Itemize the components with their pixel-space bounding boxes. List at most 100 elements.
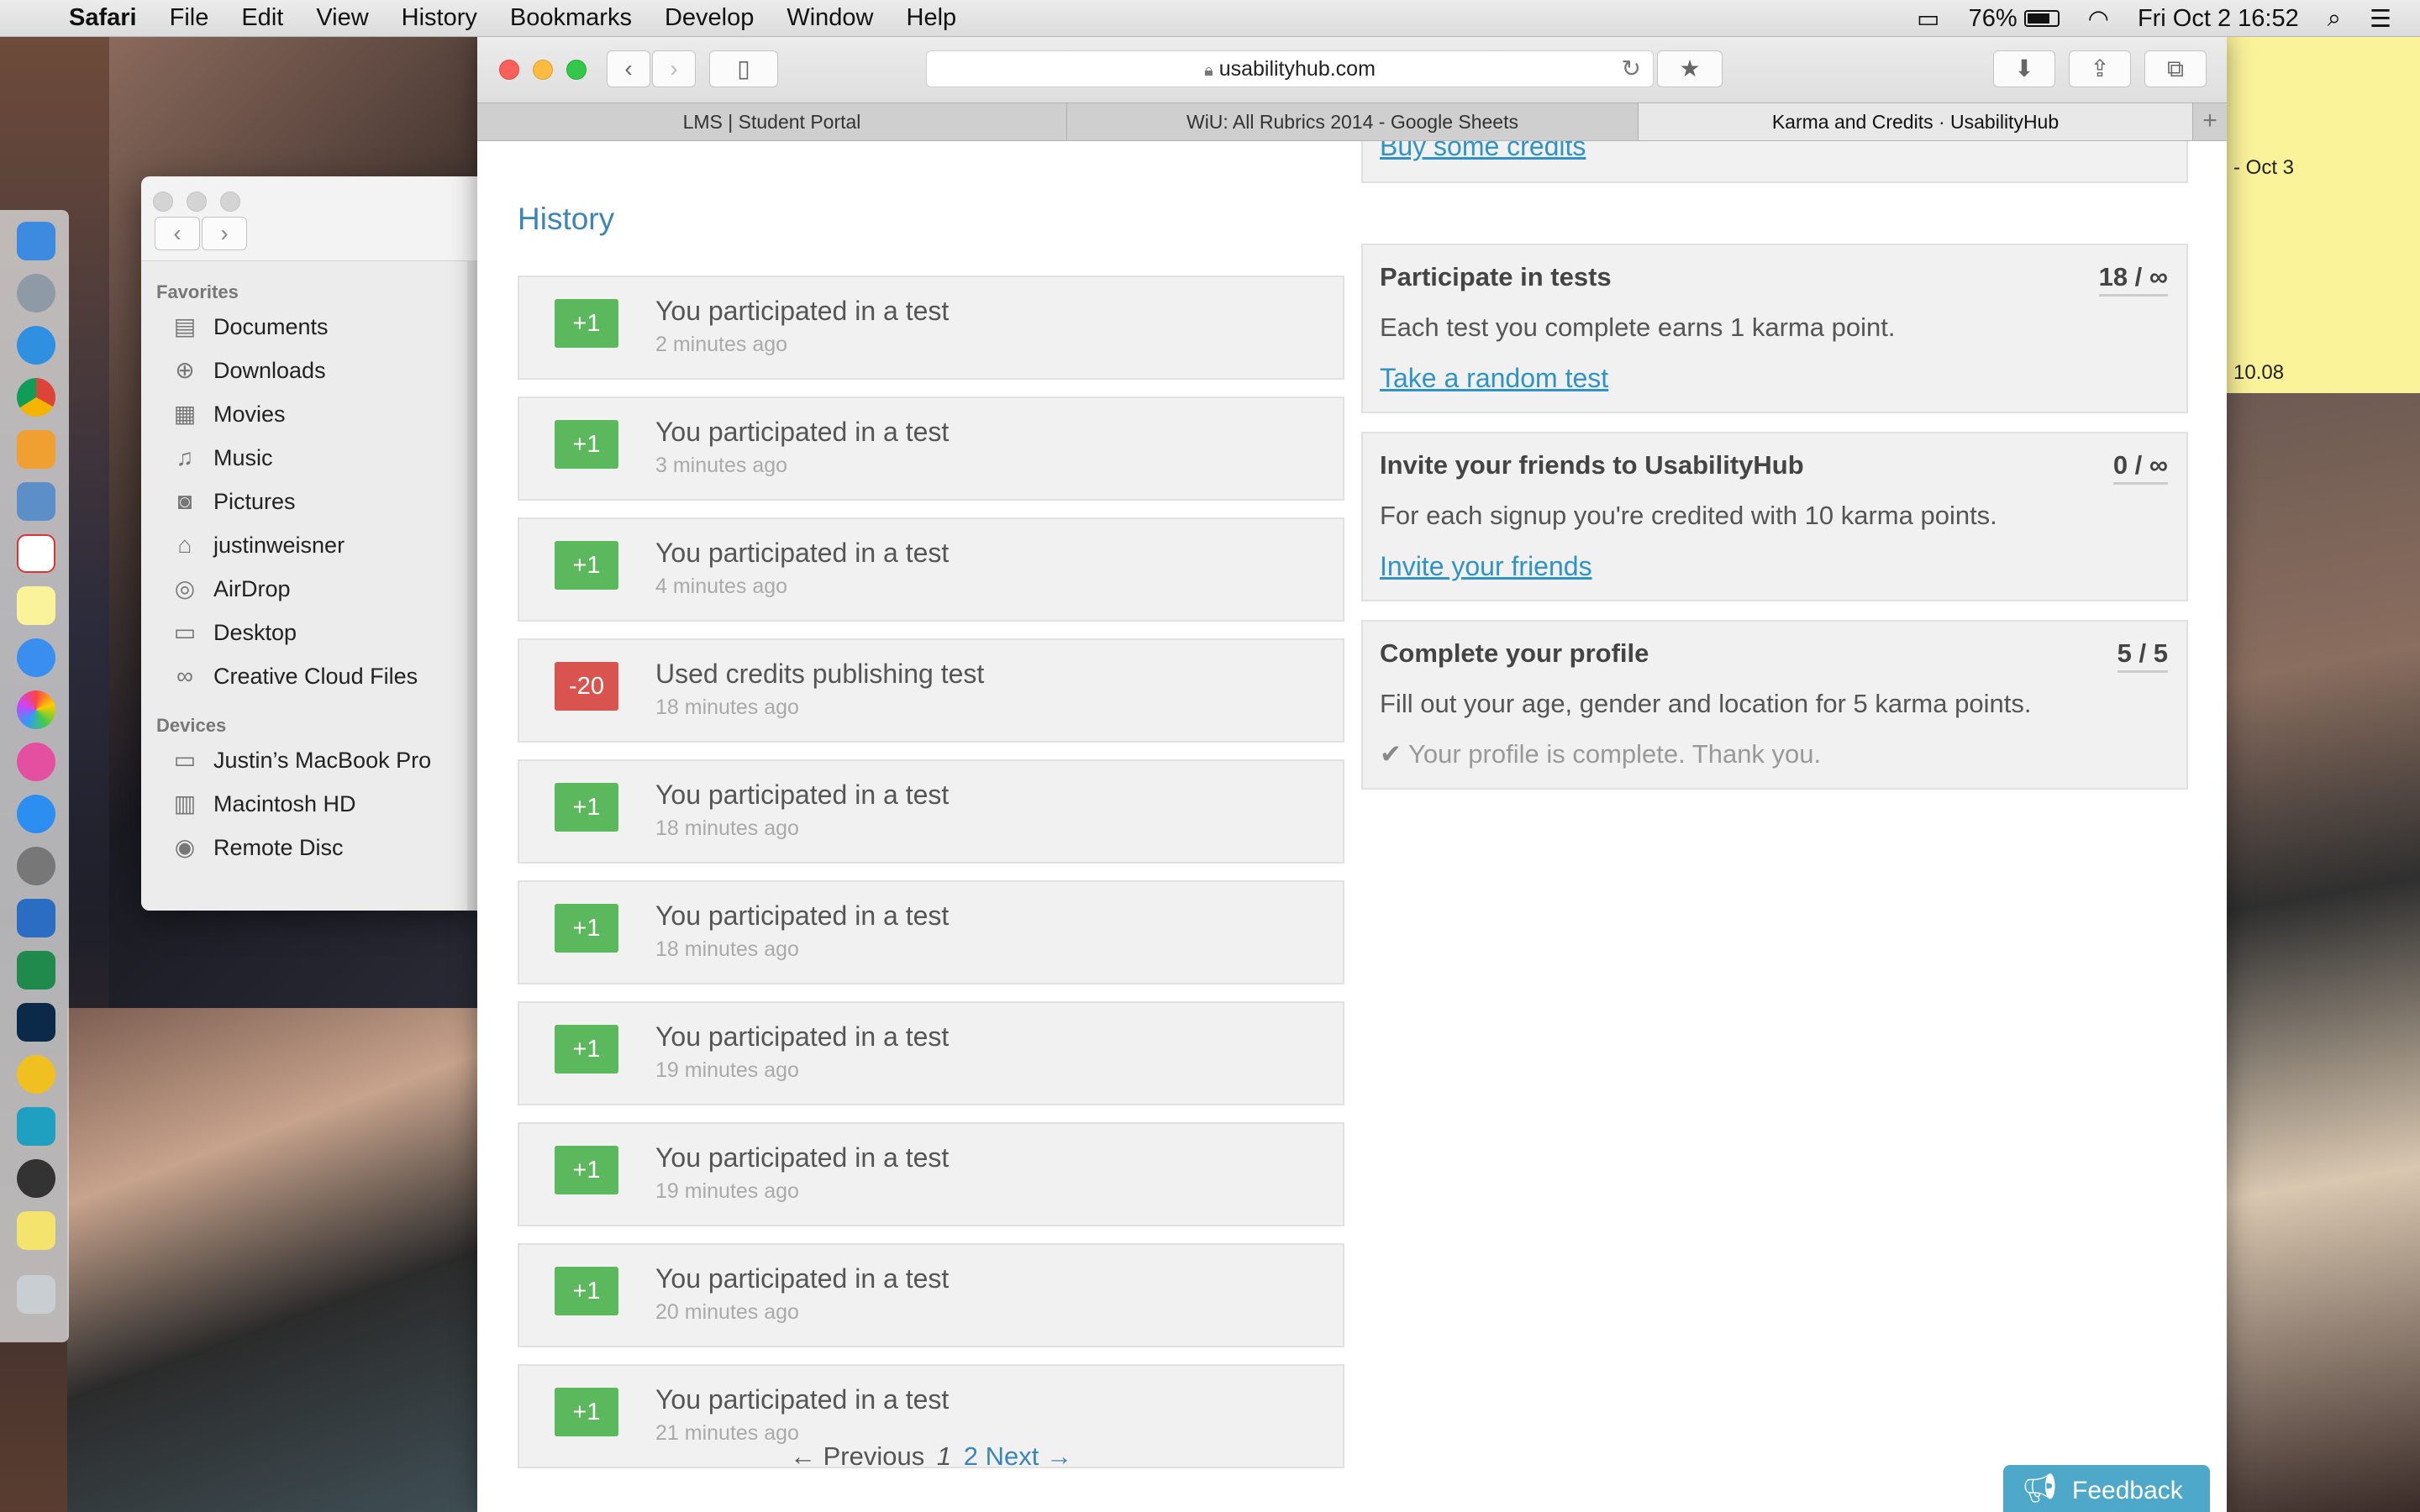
sidebar-item-pictures[interactable]: ◙ Pictures (141, 480, 469, 523)
forward-button[interactable]: › (652, 50, 696, 87)
history-row: +1 You participated in a test 19 minutes a… (518, 1001, 1344, 1105)
sidebar-item-airdrop[interactable]: ◎ AirDrop (141, 567, 469, 611)
menu-edit[interactable]: Edit (241, 4, 283, 32)
calendar-icon[interactable] (17, 534, 55, 573)
clock[interactable]: Fri Oct 2 16:52 (2138, 5, 2299, 33)
sidebar-item-movies[interactable]: ▦ Movies (141, 392, 469, 436)
page-2-link[interactable]: 2 (964, 1441, 978, 1471)
preview-icon[interactable] (17, 482, 55, 521)
excel-icon[interactable] (17, 951, 55, 990)
stickies-icon[interactable] (17, 1211, 55, 1250)
menu-history[interactable]: History (402, 4, 477, 32)
address-bar[interactable]: 🔒︎ usabilityhub.com ↻ (926, 50, 1654, 87)
top-sites-icon[interactable]: ★ (1657, 50, 1723, 87)
show-all-tabs-icon[interactable]: ⧉ (2144, 50, 2207, 87)
menu-app-name[interactable]: Safari (69, 4, 137, 32)
sticky-line: 10.08 (2233, 361, 2285, 384)
tab-karma-and-credits[interactable]: Karma and Credits · UsabilityHub (1639, 103, 2193, 140)
history-row: +1 You participated in a test 2 minutes ag… (518, 276, 1344, 380)
laptop-icon: ▭ (173, 747, 197, 773)
profile-complete-message: ✔ Your profile is complete. Thank you. (1380, 739, 1821, 769)
battery-percent: 76% (1968, 4, 2018, 32)
sidebar-item-label: justinweisner (213, 532, 345, 558)
safari-icon[interactable] (17, 326, 55, 365)
tab-lms-student-portal[interactable]: LMS | Student Portal (477, 103, 1067, 140)
messages-icon[interactable] (17, 638, 55, 677)
downloads-icon[interactable]: ⬇ (1993, 50, 2055, 87)
menu-bookmarks[interactable]: Bookmarks (510, 4, 632, 32)
sidebar-item-documents[interactable]: ▤ Documents (141, 305, 469, 349)
new-tab-icon[interactable]: + (2193, 103, 2227, 140)
next-link[interactable]: Next → (986, 1441, 1072, 1471)
sidebar-item-music[interactable]: ♫ Music (141, 436, 469, 480)
itunes-icon[interactable] (17, 743, 55, 781)
photos-icon[interactable] (17, 690, 55, 729)
lock-icon: 🔒︎ (1204, 61, 1213, 80)
share-icon[interactable]: ⇪ (2069, 50, 2131, 87)
sticky-note[interactable]: - Oct 3 10.08 (2227, 37, 2420, 393)
take-random-test-link[interactable]: Take a random test (1380, 363, 1608, 394)
dock (0, 210, 69, 1342)
system-preferences-icon[interactable] (17, 847, 55, 885)
notes-icon[interactable] (17, 586, 55, 625)
sidebar-item-macbook[interactable]: ▭ Justin’s MacBook Pro (141, 738, 469, 782)
sidebar-item-creative-cloud[interactable]: ∞ Creative Cloud Files (141, 654, 469, 698)
history-title: You participated in a test (655, 1263, 950, 1294)
menu-file[interactable]: File (170, 4, 209, 32)
finder-back-button[interactable]: ‹ (155, 217, 200, 250)
karma-badge: +1 (555, 299, 618, 348)
feedback-button[interactable]: 📢︎ Feedback (2003, 1465, 2210, 1512)
menu-help[interactable]: Help (907, 4, 957, 32)
airplay-icon[interactable]: ▭ (1917, 4, 1939, 34)
photoshop-icon[interactable] (17, 1003, 55, 1042)
close-window-icon[interactable] (499, 60, 519, 80)
invite-friends-link[interactable]: Invite your friends (1380, 551, 1592, 582)
buy-credits-link[interactable]: Buy some credits (1380, 141, 1586, 162)
trash-icon[interactable] (17, 1275, 55, 1314)
finder-scrollbar[interactable] (467, 260, 477, 911)
notification-center-icon[interactable]: ☰ (2370, 4, 2391, 34)
menu-develop[interactable]: Develop (665, 4, 754, 32)
previous-link[interactable]: ← Previous (790, 1441, 924, 1471)
finder-forward-button[interactable]: › (202, 217, 247, 250)
zoom-window-icon[interactable] (220, 192, 240, 212)
github-icon[interactable] (17, 1159, 55, 1198)
sidebar-item-home[interactable]: ⌂ justinweisner (141, 523, 469, 567)
history-title: Used credits publishing test (655, 659, 985, 689)
sidebar-toggle-icon[interactable]: ▯ (709, 50, 778, 87)
movies-icon: ▦ (173, 401, 197, 427)
sidebar-item-desktop[interactable]: ▭ Desktop (141, 611, 469, 654)
chrome-icon[interactable] (17, 378, 55, 417)
sticky-line: - Oct 3 (2233, 156, 2295, 179)
app-icon[interactable] (17, 1055, 55, 1094)
app-icon[interactable] (17, 1107, 55, 1146)
tab-google-sheets[interactable]: WiU: All Rubrics 2014 - Google Sheets (1067, 103, 1639, 140)
wifi-icon[interactable]: ◠ (2088, 4, 2109, 34)
word-icon[interactable] (17, 899, 55, 937)
browser-toolbar: ‹ › ▯ 🔒︎ usabilityhub.com ↻ ★ ⬇ ⇪ ⧉ (477, 37, 2227, 102)
pictures-icon: ◙ (177, 488, 192, 514)
sidebar-item-downloads[interactable]: ⊕ Downloads (141, 349, 469, 392)
sidebar-item-label: Macintosh HD (213, 790, 356, 816)
back-button[interactable]: ‹ (607, 50, 650, 87)
history-timestamp: 19 minutes ago (655, 1058, 799, 1082)
sidebar-item-remote-disc[interactable]: ◉ Remote Disc (141, 826, 469, 869)
creative-cloud-icon: ∞ (176, 663, 193, 689)
battery-icon[interactable] (2023, 10, 2060, 27)
app-store-icon[interactable] (17, 795, 55, 833)
app-icon[interactable] (17, 430, 55, 469)
finder-icon[interactable] (17, 222, 55, 260)
sidebar-item-macintosh-hd[interactable]: ▥ Macintosh HD (141, 782, 469, 826)
menu-window[interactable]: Window (786, 4, 873, 32)
spotlight-search-icon[interactable]: ⌕ (2328, 5, 2341, 33)
current-page: 1 (936, 1441, 952, 1471)
minimize-window-icon[interactable] (187, 192, 207, 212)
zoom-window-icon[interactable] (566, 60, 587, 80)
launchpad-icon[interactable] (17, 274, 55, 312)
menu-view[interactable]: View (316, 4, 368, 32)
history-title: You participated in a test (655, 780, 950, 810)
disc-icon: ◉ (174, 834, 196, 860)
reload-icon[interactable]: ↻ (1622, 51, 1641, 87)
minimize-window-icon[interactable] (533, 60, 553, 80)
close-window-icon[interactable] (153, 192, 173, 212)
